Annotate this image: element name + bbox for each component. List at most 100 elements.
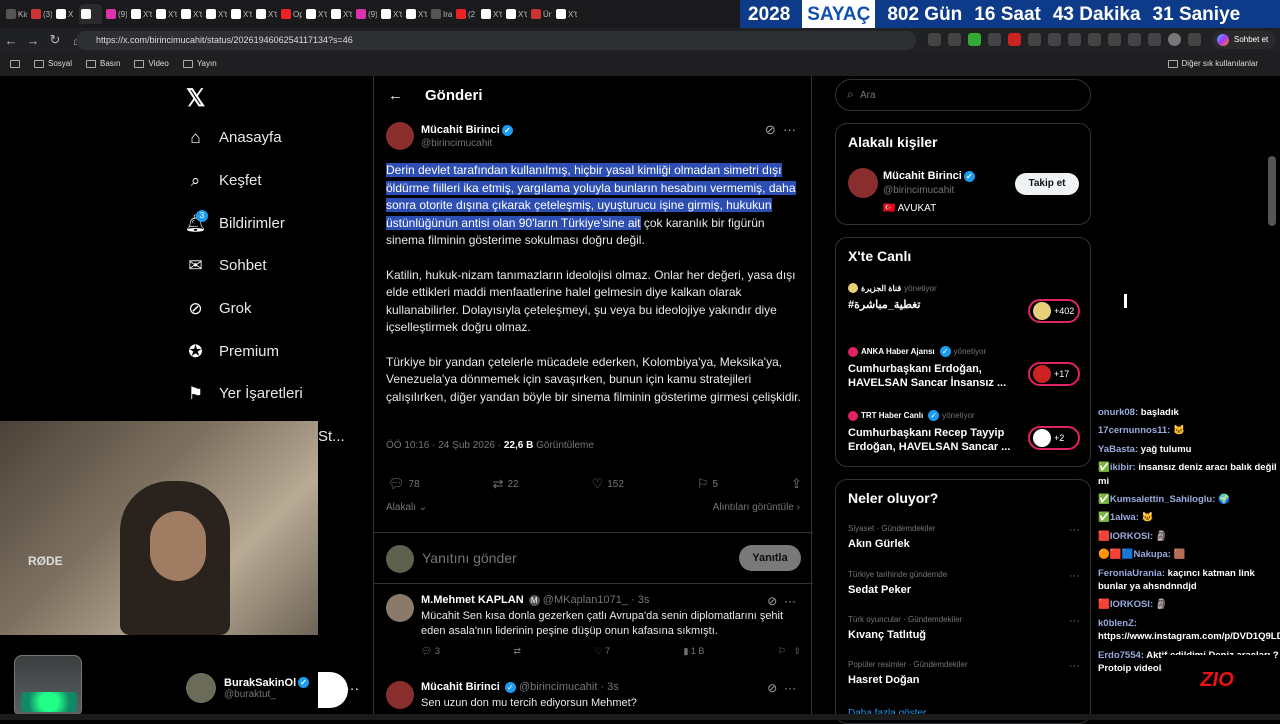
more-dots-icon[interactable]: ···: [1069, 660, 1080, 672]
nav-home[interactable]: ⌂ Anasayfa: [186, 128, 281, 147]
browser-tab[interactable]: X'te: [304, 4, 327, 24]
bookmark-grid-icon[interactable]: [10, 59, 20, 68]
live-item[interactable]: TRT Haber Canlı ✓ yönetiyor Cumhurbaşkanı …: [848, 410, 1080, 454]
browser-tab[interactable]: X'te: [329, 4, 352, 24]
browser-tab[interactable]: Üri: [529, 4, 552, 24]
trend-item[interactable]: Türk oyuncular · Gündemdekiler Kıvanç Tat…: [848, 615, 1080, 641]
browser-tab[interactable]: X'te: [404, 4, 427, 24]
view-quotes-link[interactable]: Alıntıları görüntüle ›: [713, 502, 800, 513]
extension-icon[interactable]: [1088, 33, 1101, 46]
browser-tab[interactable]: X: [54, 4, 77, 24]
browser-tab[interactable]: (9): [354, 4, 377, 24]
extension-icon[interactable]: [1008, 33, 1021, 46]
extension-icon[interactable]: [1068, 33, 1081, 46]
author-handle[interactable]: @birincimucahit: [421, 138, 492, 149]
avatar[interactable]: [386, 681, 414, 709]
other-bookmarks[interactable]: Diğer sık kullanılanlar: [1167, 59, 1258, 68]
sohbet-et-button[interactable]: Sohbet et: [1212, 31, 1276, 49]
browser-tab[interactable]: X'te: [204, 4, 227, 24]
bookmark-button[interactable]: ⚐ 5: [697, 476, 718, 492]
more-dots-icon[interactable]: ···: [1069, 570, 1080, 582]
extension-icon[interactable]: [988, 33, 1001, 46]
sort-relevant-dropdown[interactable]: Alakalı ⌄: [386, 502, 427, 513]
bookmark-folder-yayin[interactable]: Yayın: [182, 59, 217, 68]
browser-tab[interactable]: Op: [279, 4, 302, 24]
browser-tab[interactable]: (3): [29, 4, 52, 24]
avatar[interactable]: [848, 168, 878, 198]
bookmark-folder-sosyal[interactable]: Sosyal: [34, 59, 72, 68]
reply-button[interactable]: 💬︎ 78: [388, 476, 420, 492]
browser-tab[interactable]: [79, 4, 102, 24]
extension-icon[interactable]: [948, 33, 961, 46]
trend-item[interactable]: Türkiye tarihinde gündemde Sedat Peker ···: [848, 570, 1080, 596]
bookmark-folder-video[interactable]: Video: [134, 59, 169, 68]
nav-explore[interactable]: ⌕ Keşfet: [186, 171, 262, 190]
extension-icon[interactable]: [1148, 33, 1161, 46]
profile-avatar-icon[interactable]: [1168, 33, 1181, 46]
avatar[interactable]: [386, 122, 414, 150]
like-button[interactable]: ♡ 7: [594, 646, 610, 657]
extension-icon[interactable]: [1108, 33, 1121, 46]
post-time[interactable]: ÖÖ 10:16 · 24 Şub 2026 ·: [386, 440, 504, 451]
grok-icon[interactable]: ⊘: [767, 681, 777, 695]
nav-grok[interactable]: ⊘ Grok: [186, 299, 251, 318]
live-item[interactable]: قناة الجزيرة yönetiyor #تغطية_مباشرة +402: [848, 283, 1080, 323]
forward-arrow-icon[interactable]: →: [22, 33, 44, 48]
nav-premium[interactable]: ✪ Premium: [186, 342, 279, 361]
back-arrow-icon[interactable]: ←: [0, 33, 22, 48]
extension-icon[interactable]: [928, 33, 941, 46]
browser-tab[interactable]: Kic: [4, 4, 27, 24]
reply-input[interactable]: Yanıtını gönder: [422, 550, 517, 566]
url-field[interactable]: https://x.com/birincimucahit/status/2026…: [76, 31, 916, 50]
more-dots-icon[interactable]: ···: [784, 681, 796, 695]
nav-bookmarks[interactable]: ⚑ Yer İşaretleri: [186, 384, 303, 403]
more-dots-icon[interactable]: ···: [1069, 524, 1080, 536]
browser-tab[interactable]: (2: [454, 4, 477, 24]
bookmark-button[interactable]: ⚐ ⇪: [778, 646, 801, 657]
search-input[interactable]: Ara: [835, 79, 1091, 111]
reply-button[interactable]: 💬︎ 3: [421, 646, 440, 657]
nav-notifications[interactable]: 🔔︎ 3 Bildirimler: [185, 210, 285, 233]
repost-button[interactable]: ⇄: [513, 646, 521, 657]
browser-tab[interactable]: X'te: [129, 4, 152, 24]
extension-icon[interactable]: [968, 33, 981, 46]
avatar[interactable]: [386, 594, 414, 622]
back-arrow-icon[interactable]: ←: [388, 87, 403, 104]
reply-submit-button[interactable]: Yanıtla: [739, 545, 801, 571]
browser-tab[interactable]: X'te: [229, 4, 252, 24]
trend-item[interactable]: Popüler resimler · Gündemdekiler Hasret D…: [848, 660, 1080, 686]
author-name[interactable]: Mücahit Birinci ✓: [421, 124, 513, 136]
x-logo-icon[interactable]: 𝕏: [186, 84, 205, 113]
reload-icon[interactable]: ↻: [44, 32, 66, 48]
browser-tab[interactable]: X'te: [554, 4, 577, 24]
more-dots-icon[interactable]: ···: [784, 594, 796, 608]
browser-tab[interactable]: X'te: [154, 4, 177, 24]
like-button[interactable]: ♡ 152: [592, 476, 624, 492]
share-icon[interactable]: ⇪: [793, 646, 801, 656]
browser-tab[interactable]: (9): [104, 4, 127, 24]
grok-icon[interactable]: ⊘: [767, 594, 777, 608]
grok-icon[interactable]: ⊘: [765, 122, 776, 137]
browser-tab[interactable]: Ira: [429, 4, 452, 24]
browser-tab[interactable]: X'te: [379, 4, 402, 24]
more-dots-icon[interactable]: ···: [783, 122, 796, 137]
nav-more[interactable]: St...: [318, 428, 345, 445]
reply-author[interactable]: M.Mehmet KAPLAN M @MKaplan1071_ · 3s: [421, 594, 649, 606]
live-item[interactable]: ANKA Haber Ajansı ✓ yönetiyor Cumhurbaşkan…: [848, 346, 1080, 390]
share-button[interactable]: ⇪: [791, 476, 802, 492]
more-dots-icon[interactable]: ···: [1069, 615, 1080, 627]
views-button[interactable]: ▮ 1 B: [683, 646, 704, 657]
browser-tab[interactable]: X'te: [504, 4, 527, 24]
repost-button[interactable]: ⇄ 22: [493, 476, 519, 492]
nav-messages[interactable]: ✉ Sohbet: [186, 256, 266, 275]
browser-tab[interactable]: X'te: [479, 4, 502, 24]
extension-icon[interactable]: [1048, 33, 1061, 46]
extension-icon[interactable]: [1128, 33, 1141, 46]
browser-tab[interactable]: X'te: [179, 4, 202, 24]
trend-item[interactable]: Siyaset · Gündemdekiler Akın Gürlek ···: [848, 524, 1080, 550]
follow-button[interactable]: Takip et: [1015, 173, 1079, 195]
scrollbar[interactable]: [1268, 156, 1276, 226]
related-name[interactable]: Mücahit Birinci ✓: [883, 170, 975, 182]
bookmark-folder-basin[interactable]: Basın: [86, 59, 120, 68]
reply-author[interactable]: Mücahit Birinci ✓ @birincimucahit · 3s: [421, 681, 619, 693]
